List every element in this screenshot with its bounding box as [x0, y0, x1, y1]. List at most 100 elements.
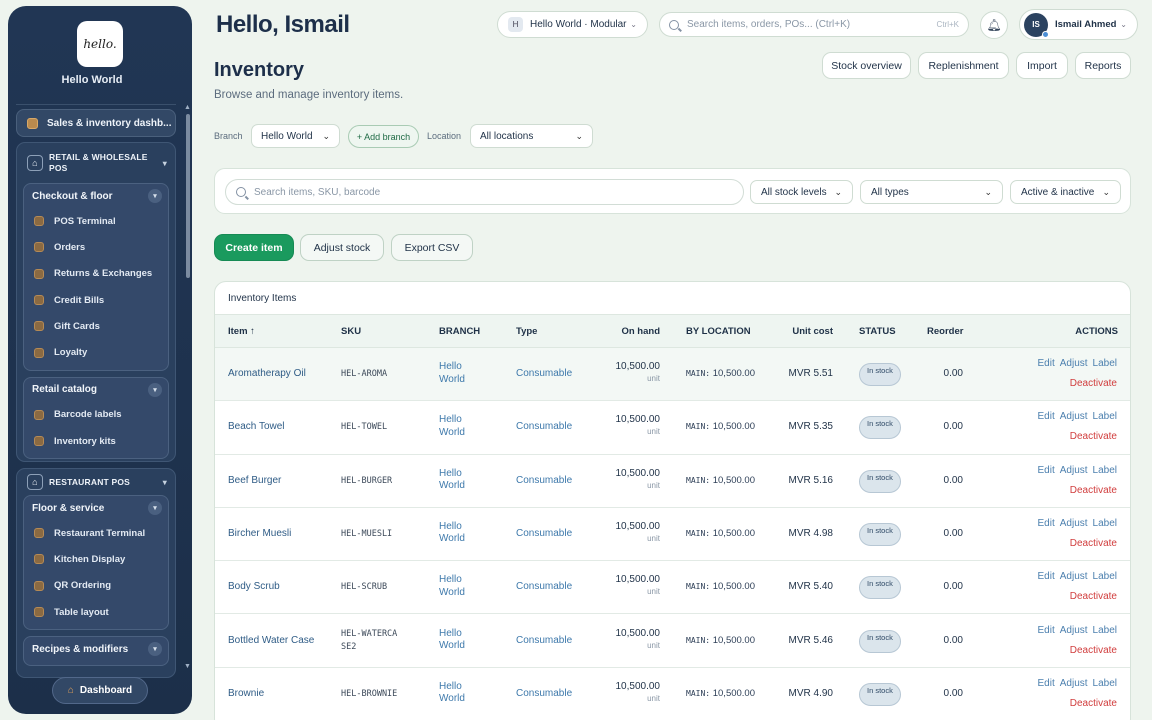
import-button[interactable]: Import	[1016, 52, 1068, 79]
table-row[interactable]: Body Scrub HEL-SCRUB Hello World Consumable…	[215, 561, 1130, 615]
item-name-link[interactable]: Bottled Water Case	[228, 635, 314, 646]
sidebar-item-loyalty[interactable]: Loyalty	[24, 339, 168, 365]
org-selector[interactable]: H Hello World · Modular ⌄	[497, 11, 648, 38]
item-branch[interactable]: Hello World	[439, 468, 479, 493]
sidebar-item-pos-terminal[interactable]: POS Terminal	[24, 208, 168, 234]
adjust-stock-button[interactable]: Adjust stock	[300, 234, 384, 261]
table-row[interactable]: Bottled Water Case HEL-WATERCASE2 Hello Wo…	[215, 615, 1130, 668]
sidebar-item-table-layout[interactable]: Table layout	[24, 599, 168, 625]
scroll-down-arrow-icon[interactable]: ▼	[184, 663, 191, 670]
item-name-link[interactable]: Aromatherapy Oil	[228, 368, 306, 379]
sidebar-item-qr-ordering[interactable]: QR Ordering	[24, 573, 168, 599]
create-item-button[interactable]: Create item	[214, 234, 294, 261]
stock-level-select[interactable]: All stock levels ⌄	[750, 180, 853, 204]
edit-link[interactable]: Edit	[1038, 411, 1055, 422]
edit-link[interactable]: Edit	[1038, 571, 1055, 582]
table-row[interactable]: Aromatherapy Oil HEL-AROMA Hello World Cons…	[215, 348, 1130, 402]
dashboard-button[interactable]: ⌂ Dashboard	[52, 677, 148, 704]
user-menu[interactable]: IS Ismail Ahmed ⌄	[1019, 9, 1138, 40]
branch-select[interactable]: Hello World ⌄	[251, 124, 340, 148]
label-link[interactable]: Label	[1093, 465, 1117, 476]
sidebar-item-orders[interactable]: Orders	[24, 234, 168, 260]
sub-header-retail-catalog[interactable]: Retail catalog ▾	[24, 378, 168, 402]
table-row[interactable]: Brownie HEL-BROWNIE Hello World Consumable 1…	[215, 668, 1130, 720]
sidebar-item-restaurant-terminal[interactable]: Restaurant Terminal	[24, 520, 168, 546]
deactivate-link[interactable]: Deactivate	[1070, 698, 1117, 709]
edit-link[interactable]: Edit	[1038, 678, 1055, 689]
table-row[interactable]: Bircher Muesli HEL-MUESLI Hello World Consu…	[215, 508, 1130, 562]
item-type[interactable]: Consumable	[516, 421, 572, 432]
sidebar-item-returns[interactable]: Returns & Exchanges	[24, 261, 168, 287]
item-branch[interactable]: Hello World	[439, 521, 479, 546]
item-name-link[interactable]: Brownie	[228, 688, 264, 699]
edit-link[interactable]: Edit	[1038, 518, 1055, 529]
sidebar-item-gift-cards[interactable]: Gift Cards	[24, 313, 168, 339]
label-link[interactable]: Label	[1093, 571, 1117, 582]
adjust-link[interactable]: Adjust	[1060, 678, 1088, 689]
sidebar-item-barcode-labels[interactable]: Barcode labels	[24, 402, 168, 428]
deactivate-link[interactable]: Deactivate	[1070, 378, 1117, 389]
add-branch-button[interactable]: + Add branch	[348, 125, 419, 148]
notifications-button[interactable]: 🔔︎	[980, 11, 1008, 39]
stock-overview-button[interactable]: Stock overview	[822, 52, 911, 79]
group-header-retail[interactable]: ⌂ RETAIL & WHOLESALE POS ▾	[17, 143, 175, 183]
adjust-link[interactable]: Adjust	[1060, 518, 1088, 529]
sidebar-item-inventory-kits[interactable]: Inventory kits	[24, 428, 168, 454]
sidebar-scrollbar[interactable]	[186, 114, 190, 278]
sidebar-item-kitchen-display[interactable]: Kitchen Display	[24, 546, 168, 572]
reports-button[interactable]: Reports	[1075, 52, 1131, 79]
deactivate-link[interactable]: Deactivate	[1070, 538, 1117, 549]
item-branch[interactable]: Hello World	[439, 574, 479, 599]
item-name-link[interactable]: Beef Burger	[228, 475, 281, 486]
item-name-link[interactable]: Body Scrub	[228, 581, 280, 592]
item-type[interactable]: Consumable	[516, 528, 572, 539]
label-link[interactable]: Label	[1093, 625, 1117, 636]
column-header-item[interactable]: Item ↑	[228, 326, 255, 337]
adjust-link[interactable]: Adjust	[1060, 465, 1088, 476]
table-row[interactable]: Beach Towel HEL-TOWEL Hello World Consumabl…	[215, 401, 1130, 455]
item-name-link[interactable]: Bircher Muesli	[228, 528, 291, 539]
item-type[interactable]: Consumable	[516, 368, 572, 379]
item-type[interactable]: Consumable	[516, 635, 572, 646]
export-csv-button[interactable]: Export CSV	[391, 234, 473, 261]
deactivate-link[interactable]: Deactivate	[1070, 645, 1117, 656]
group-header-restaurant[interactable]: ⌂ RESTAURANT POS ▾	[17, 469, 175, 495]
item-name-link[interactable]: Beach Towel	[228, 421, 285, 432]
sidebar-item-sales-dashboard[interactable]: Sales & inventory dashb...	[16, 109, 176, 137]
item-type[interactable]: Consumable	[516, 581, 572, 592]
global-search-input[interactable]: Search items, orders, POs... (Ctrl+K) Ct…	[659, 12, 969, 37]
deactivate-link[interactable]: Deactivate	[1070, 431, 1117, 442]
adjust-link[interactable]: Adjust	[1060, 571, 1088, 582]
edit-link[interactable]: Edit	[1038, 358, 1055, 369]
label-link[interactable]: Label	[1093, 518, 1117, 529]
table-row[interactable]: Beef Burger HEL-BURGER Hello World Consumab…	[215, 455, 1130, 508]
item-type[interactable]: Consumable	[516, 688, 572, 699]
sidebar-item-credit-bills[interactable]: Credit Bills	[24, 287, 168, 313]
deactivate-link[interactable]: Deactivate	[1070, 591, 1117, 602]
label-link[interactable]: Label	[1093, 678, 1117, 689]
label-link[interactable]: Label	[1093, 358, 1117, 369]
edit-link[interactable]: Edit	[1038, 625, 1055, 636]
org-logo[interactable]: hello.	[77, 21, 123, 67]
item-branch[interactable]: Hello World	[439, 628, 479, 653]
adjust-link[interactable]: Adjust	[1060, 358, 1088, 369]
edit-link[interactable]: Edit	[1038, 465, 1055, 476]
item-branch[interactable]: Hello World	[439, 361, 479, 386]
deactivate-link[interactable]: Deactivate	[1070, 485, 1117, 496]
adjust-link[interactable]: Adjust	[1060, 411, 1088, 422]
sub-header-recipes[interactable]: Recipes & modifiers ▾	[24, 637, 168, 661]
adjust-link[interactable]: Adjust	[1060, 625, 1088, 636]
location-select[interactable]: All locations ⌄	[470, 124, 593, 148]
label-link[interactable]: Label	[1093, 411, 1117, 422]
active-status-select[interactable]: Active & inactive ⌄	[1010, 180, 1121, 204]
location-key: MAIN:	[686, 369, 711, 378]
item-branch[interactable]: Hello World	[439, 414, 479, 439]
type-select[interactable]: All types ⌄	[860, 180, 1003, 204]
scroll-up-arrow-icon[interactable]: ▲	[184, 104, 191, 111]
sub-header-floor-service[interactable]: Floor & service ▾	[24, 496, 168, 520]
item-type[interactable]: Consumable	[516, 475, 572, 486]
sub-header-checkout[interactable]: Checkout & floor ▾	[24, 184, 168, 208]
replenishment-button[interactable]: Replenishment	[918, 52, 1009, 79]
item-branch[interactable]: Hello World	[439, 681, 479, 706]
item-search-input[interactable]: Search items, SKU, barcode	[225, 179, 744, 205]
